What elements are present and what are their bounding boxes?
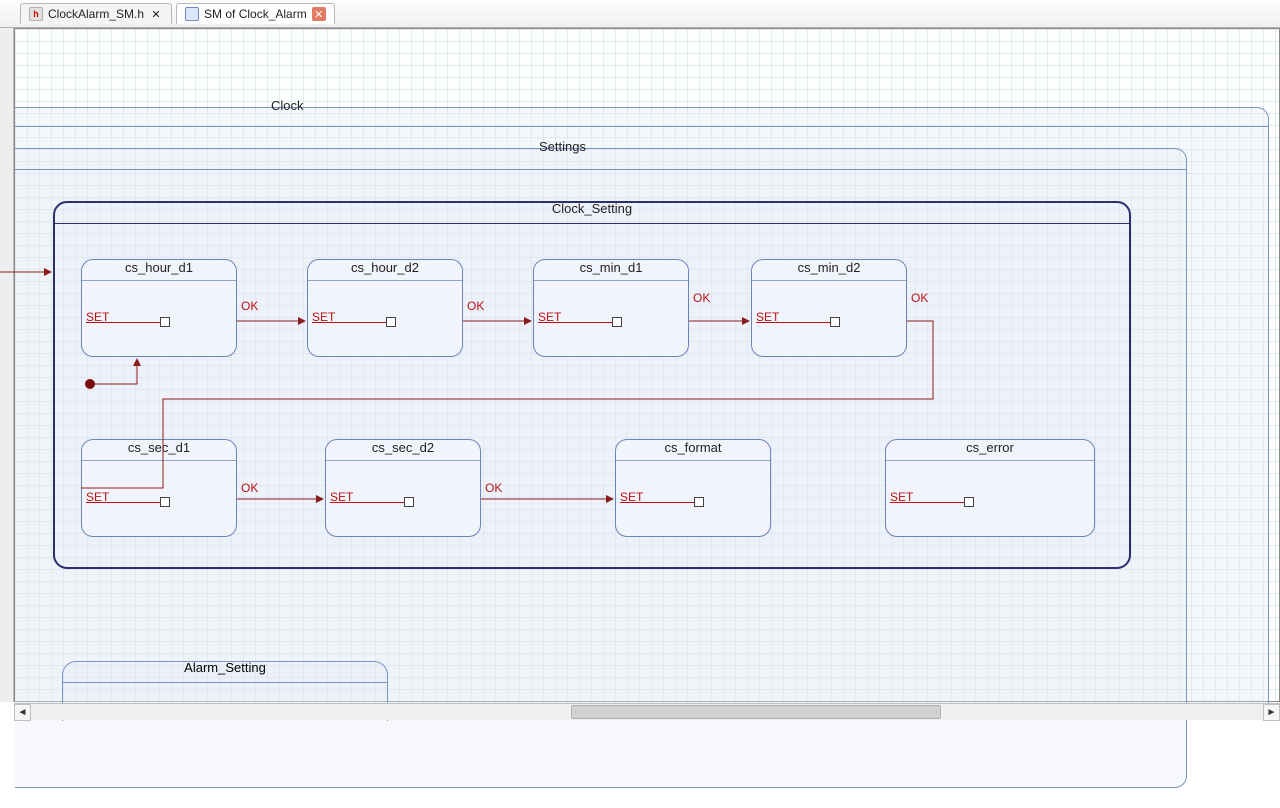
diagram-canvas[interactable]: Clock Settings Clock_Setting cs_hour_d1 … <box>15 29 1279 701</box>
state-cs-sec-d2[interactable]: cs_sec_d2 SET <box>325 439 481 537</box>
transition-line <box>86 322 162 323</box>
transition-label-ok: OK <box>241 299 258 313</box>
scroll-left-button[interactable]: ◄ <box>14 704 31 721</box>
transition-label-ok: OK <box>485 481 502 495</box>
tab-label: SM of Clock_Alarm <box>204 7 307 21</box>
left-gutter <box>0 28 14 702</box>
transition-line <box>330 502 406 503</box>
transition-line <box>86 502 162 503</box>
state-cs-hour-d2[interactable]: cs_hour_d2 SET <box>307 259 463 357</box>
divider <box>534 280 688 281</box>
divider <box>82 280 236 281</box>
divider <box>55 223 1129 224</box>
scrollbar-track[interactable] <box>31 704 1263 720</box>
divider <box>886 460 1094 461</box>
tab-label: ClockAlarm_SM.h <box>48 7 144 21</box>
state-cs-min-d2[interactable]: cs_min_d2 SET <box>751 259 907 357</box>
state-title: cs_sec_d2 <box>326 440 480 455</box>
divider <box>82 460 236 461</box>
transition-label-ok: OK <box>693 291 710 305</box>
divider <box>326 460 480 461</box>
state-title: cs_hour_d1 <box>82 260 236 275</box>
state-title: cs_format <box>616 440 770 455</box>
transition-endpoint-icon <box>964 497 974 507</box>
state-title: cs_min_d2 <box>752 260 906 275</box>
state-cs-error[interactable]: cs_error SET <box>885 439 1095 537</box>
state-title: Settings <box>539 139 586 154</box>
tab-sm-clock-alarm[interactable]: SM of Clock_Alarm ✕ <box>176 3 335 24</box>
transition-line <box>538 322 614 323</box>
transition-line <box>756 322 832 323</box>
state-title: Clock_Setting <box>55 201 1129 216</box>
state-title: cs_sec_d1 <box>82 440 236 455</box>
transition-endpoint-icon <box>612 317 622 327</box>
horizontal-scrollbar[interactable]: ◄ ► <box>14 703 1280 720</box>
state-title: Alarm_Setting <box>63 660 387 675</box>
statemachine-icon <box>185 7 199 21</box>
transition-endpoint-icon <box>160 317 170 327</box>
divider <box>616 460 770 461</box>
divider <box>15 169 1186 170</box>
divider <box>15 126 1268 127</box>
diagram-viewport[interactable]: Clock Settings Clock_Setting cs_hour_d1 … <box>14 28 1280 702</box>
tab-bar: h ClockAlarm_SM.h ✕ SM of Clock_Alarm ✕ <box>0 0 1280 28</box>
transition-label-ok: OK <box>911 291 928 305</box>
tab-clockalarm-h[interactable]: h ClockAlarm_SM.h ✕ <box>20 3 172 24</box>
transition-line <box>620 502 696 503</box>
close-icon[interactable]: ✕ <box>312 7 326 21</box>
state-title: cs_hour_d2 <box>308 260 462 275</box>
scrollbar-thumb[interactable] <box>571 705 941 719</box>
transition-endpoint-icon <box>830 317 840 327</box>
transition-endpoint-icon <box>386 317 396 327</box>
state-title: Clock <box>271 98 304 113</box>
close-icon[interactable]: ✕ <box>149 7 163 21</box>
divider <box>63 682 387 683</box>
transition-label-ok: OK <box>467 299 484 313</box>
transition-line <box>312 322 388 323</box>
transition-endpoint-icon <box>694 497 704 507</box>
state-clock-setting[interactable]: Clock_Setting cs_hour_d1 SET cs_hour_d2 … <box>53 201 1131 569</box>
initial-state-icon[interactable] <box>85 379 95 389</box>
state-cs-format[interactable]: cs_format SET <box>615 439 771 537</box>
transition-endpoint-icon <box>160 497 170 507</box>
divider <box>752 280 906 281</box>
state-cs-min-d1[interactable]: cs_min_d1 SET <box>533 259 689 357</box>
transition-label-ok: OK <box>241 481 258 495</box>
c-header-icon: h <box>29 7 43 21</box>
state-settings[interactable]: Settings Clock_Setting cs_hour_d1 SET <box>15 148 1187 788</box>
transition-endpoint-icon <box>404 497 414 507</box>
state-title: cs_error <box>886 440 1094 455</box>
state-cs-hour-d1[interactable]: cs_hour_d1 SET <box>81 259 237 357</box>
state-clock[interactable]: Clock Settings Clock_Setting cs_hour_d1 … <box>15 107 1269 717</box>
transition-line <box>890 502 966 503</box>
scroll-right-button[interactable]: ► <box>1263 704 1280 721</box>
state-title: cs_min_d1 <box>534 260 688 275</box>
state-cs-sec-d1[interactable]: cs_sec_d1 SET <box>81 439 237 537</box>
divider <box>308 280 462 281</box>
